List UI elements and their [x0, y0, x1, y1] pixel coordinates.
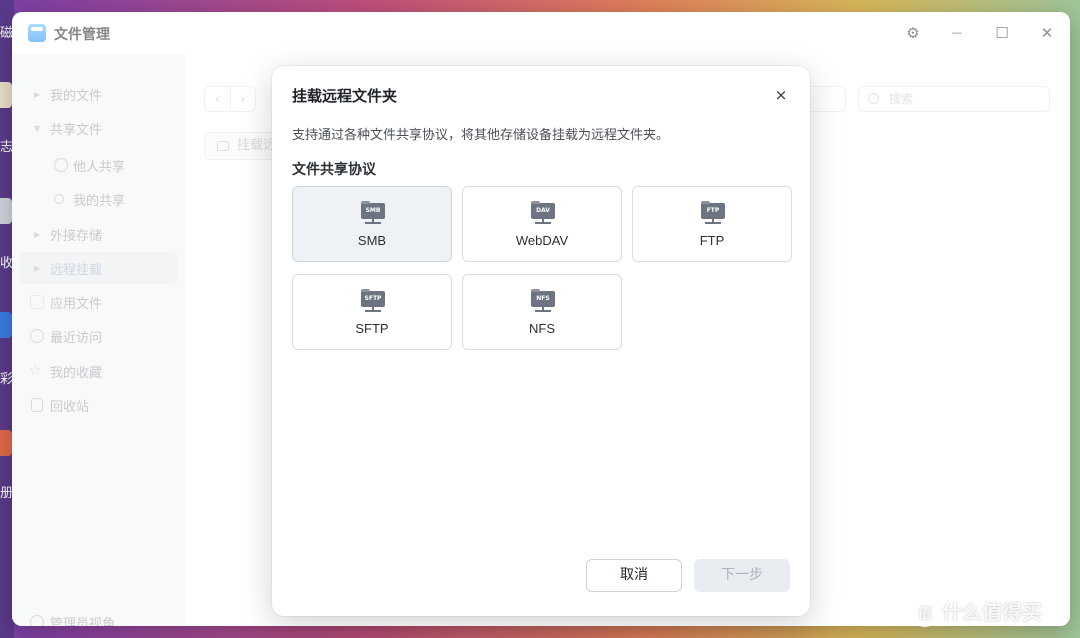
protocol-label: WebDAV — [515, 233, 569, 248]
network-drive-icon: SFTP — [361, 291, 385, 313]
protocol-icon-text: SFTP — [361, 291, 385, 307]
mount-remote-dialog: 挂载远程文件夹 × 支持通过各种文件共享协议，将其他存储设备挂载为远程文件夹。 … — [272, 66, 810, 616]
protocol-option-ftp[interactable]: FTP FTP — [632, 186, 792, 262]
network-drive-icon: FTP — [701, 203, 725, 225]
desktop-app-tile[interactable] — [0, 198, 12, 224]
protocol-option-sftp[interactable]: SFTP SFTP — [292, 274, 452, 350]
protocol-icon-text: FTP — [701, 203, 725, 219]
cancel-button[interactable]: 取消 — [586, 559, 682, 592]
dialog-description: 支持通过各种文件共享协议，将其他存储设备挂载为远程文件夹。 — [292, 128, 670, 143]
close-icon[interactable]: × — [772, 86, 790, 104]
protocol-icon-text: DAV — [531, 203, 555, 219]
protocol-icon-text: NFS — [531, 291, 555, 307]
dialog-title: 挂载远程文件夹 — [292, 87, 398, 105]
protocol-option-smb[interactable]: SMB SMB — [292, 186, 452, 262]
next-step-button[interactable]: 下一步 — [694, 559, 790, 592]
protocol-label: NFS — [529, 321, 555, 336]
protocol-section-title: 文件共享协议 — [292, 162, 376, 178]
protocol-label: FTP — [699, 233, 725, 248]
protocol-option-nfs[interactable]: NFS NFS — [462, 274, 622, 350]
network-drive-icon: SMB — [361, 203, 385, 225]
desktop-app-tile[interactable] — [0, 430, 12, 456]
desktop-app-tile[interactable] — [0, 82, 12, 108]
protocol-option-webdav[interactable]: DAV WebDAV — [462, 186, 622, 262]
desktop-app-tile[interactable] — [0, 312, 12, 338]
watermark-logo-icon: 值 — [912, 600, 938, 627]
watermark-text: 什么值得买 — [942, 600, 1042, 624]
protocol-label: SMB — [357, 233, 387, 248]
protocol-label: SFTP — [355, 321, 389, 336]
site-watermark: 值什么值得买 — [912, 596, 1042, 627]
protocol-icon-text: SMB — [361, 203, 385, 219]
network-drive-icon: DAV — [531, 203, 555, 225]
network-drive-icon: NFS — [531, 291, 555, 313]
